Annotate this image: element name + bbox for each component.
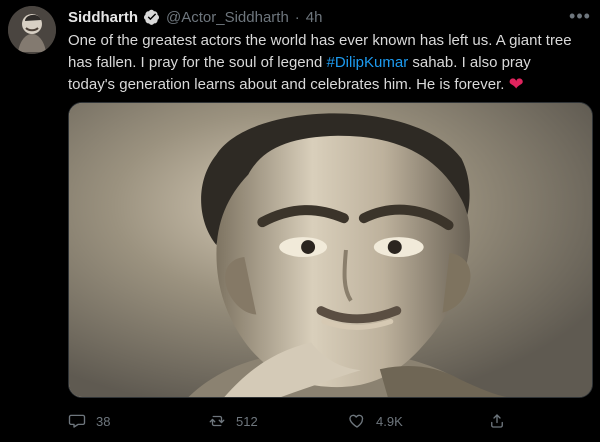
author-handle[interactable]: @Actor_Siddharth xyxy=(166,9,289,26)
tweet-actions: 38 512 4.9K xyxy=(68,410,538,432)
heart-icon xyxy=(349,414,364,428)
retweet-count: 512 xyxy=(236,413,258,429)
retweet-icon xyxy=(209,415,225,427)
like-count: 4.9K xyxy=(376,413,403,429)
share-button[interactable] xyxy=(488,412,528,430)
more-options-icon[interactable]: ••• xyxy=(568,6,592,26)
reply-icon xyxy=(68,414,86,428)
avatar[interactable] xyxy=(8,6,56,54)
author-name[interactable]: Siddharth xyxy=(68,9,138,26)
verified-badge-icon xyxy=(144,9,159,25)
hashtag-link[interactable]: #DilipKumar xyxy=(327,54,409,71)
reply-button[interactable]: 38 xyxy=(68,412,208,430)
heart-emoji: ❤ xyxy=(508,74,524,94)
retweet-button[interactable]: 512 xyxy=(208,412,348,430)
like-button[interactable]: 4.9K xyxy=(348,412,488,430)
timestamp-separator: · xyxy=(294,8,300,26)
tweet-text: One of the greatest actors the world has… xyxy=(68,30,578,96)
reply-count: 38 xyxy=(96,413,111,429)
tweet-photo[interactable] xyxy=(68,102,593,398)
tweet-time[interactable]: 4h xyxy=(306,9,323,26)
tweet-card[interactable]: Siddharth @Actor_Siddharth · 4h ••• One … xyxy=(0,0,600,442)
share-icon xyxy=(491,414,503,428)
tweet-header: Siddharth @Actor_Siddharth · 4h xyxy=(68,6,322,28)
